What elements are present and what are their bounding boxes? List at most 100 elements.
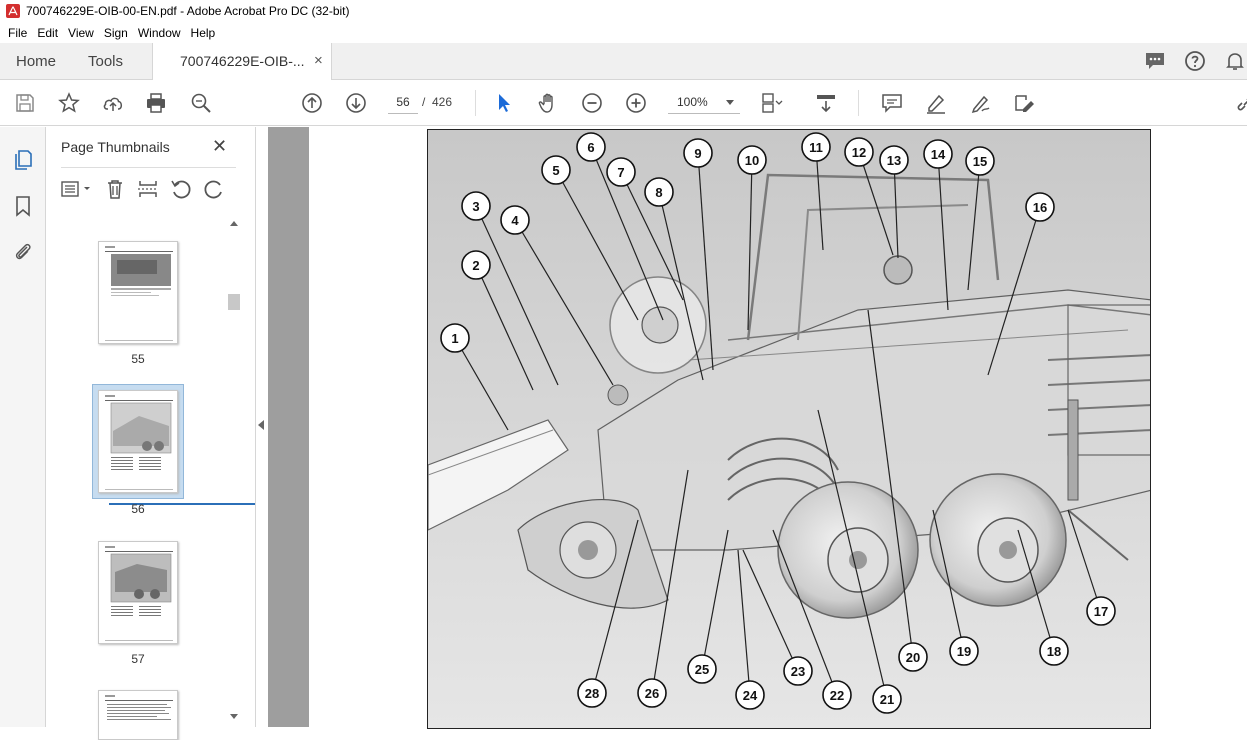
tab-tools[interactable]: Tools [88,43,123,80]
callout-number: 20 [906,650,920,665]
chevron-left-icon [258,420,264,430]
toolbar-divider [475,90,476,116]
scroll-down-icon[interactable] [230,714,238,719]
window-title: 700746229E-OIB-00-EN.pdf - Adobe Acrobat… [26,4,350,18]
callout-number: 14 [931,147,946,162]
bookmark-icon[interactable] [11,194,35,218]
callout-number: 12 [852,145,866,160]
callout-number: 13 [887,153,901,168]
menu-edit[interactable]: Edit [33,26,64,40]
save-icon[interactable] [13,91,37,115]
callout-number: 3 [472,199,479,214]
sign-pen-icon[interactable] [968,91,992,115]
page-separator: / [422,95,426,109]
thumbnail-image [98,390,178,493]
callout-number: 1 [451,331,458,346]
star-icon[interactable] [57,91,81,115]
comment-icon[interactable] [880,91,904,115]
callout-number: 8 [655,185,662,200]
callout-number: 18 [1047,644,1061,659]
callout-number: 9 [694,146,701,161]
callout-number: 25 [695,662,709,677]
tab-bar: Home Tools 700746229E-OIB-... × [0,43,1247,81]
pdf-page: 1 2 3 4 5 6 7 8 9 10 11 12 13 14 15 16 17 18 19 20 21 22 23 24 2… [309,127,1247,729]
zoom-search-icon[interactable] [189,91,213,115]
extract-pages-icon[interactable] [136,177,160,201]
highlight-pen-icon[interactable] [924,91,948,115]
zoom-out-icon[interactable] [580,91,604,115]
chevron-down-icon [726,100,734,105]
callout-number: 21 [880,692,894,707]
callout-number: 28 [585,686,599,701]
baler-illustration: 1 2 3 4 5 6 7 8 9 10 11 12 13 14 15 16 17 18 19 20 21 22 23 24 2… [427,129,1151,729]
callout-number: 17 [1094,604,1108,619]
page-number-input[interactable]: 56 [388,90,418,114]
rotate-right-icon[interactable] [202,177,226,201]
panel-collapse-handle[interactable] [255,127,268,727]
share-link-icon[interactable] [1234,91,1247,115]
scrollbar-thumb[interactable] [228,294,240,310]
thumbnail-toolbar [60,177,235,203]
callout-number: 2 [472,258,479,273]
main-toolbar: 56 / 426 100% [0,80,1247,126]
zoom-in-icon[interactable] [624,91,648,115]
zoom-dropdown[interactable]: 100% [668,90,740,114]
scroll-up-icon[interactable] [230,221,238,226]
print-icon[interactable] [144,91,168,115]
next-page-icon[interactable] [344,91,368,115]
title-bar: 700746229E-OIB-00-EN.pdf - Adobe Acrobat… [0,0,1247,22]
menu-file[interactable]: File [4,26,33,40]
menu-view[interactable]: View [64,26,100,40]
bell-icon[interactable] [1223,49,1247,73]
callout-number: 10 [745,153,759,168]
callout-number: 23 [791,664,805,679]
menu-bar: File Edit View Sign Window Help [0,22,1247,43]
options-menu-icon[interactable] [60,177,94,201]
thumbnail-image [98,690,178,740]
tab-close-button[interactable]: × [314,52,323,69]
toolbar-divider [858,90,859,116]
tab-document-label: 700746229E-OIB-... [180,53,305,69]
attachment-icon[interactable] [11,240,35,264]
callout-number: 4 [511,213,519,228]
callout-number: 6 [587,140,594,155]
upload-cloud-icon[interactable] [101,91,125,115]
tab-home[interactable]: Home [16,43,56,80]
callout-number: 16 [1033,200,1047,215]
thumbnail-label: 57 [131,652,145,666]
zoom-value: 100% [677,95,708,109]
scroll-mode-icon[interactable] [814,91,838,115]
callout-number: 5 [552,163,559,178]
page-display-icon[interactable] [759,91,783,115]
callout-number: 26 [645,686,659,701]
panel-close-button[interactable]: ✕ [212,136,227,157]
callout-number: 15 [973,154,987,169]
thumbnail-label: 55 [131,352,145,366]
machine-drawing: 123456789 1011 1213 14 151617181920212223242… [428,130,1150,728]
previous-page-icon[interactable] [300,91,324,115]
rotate-left-icon[interactable] [169,177,193,201]
hand-tool-icon[interactable] [536,91,560,115]
menu-help[interactable]: Help [187,26,222,40]
acrobat-app-icon [6,4,20,18]
callout-number: 24 [743,688,758,703]
thumbnail-scrollbar[interactable] [228,219,240,727]
callout-number: 7 [617,165,624,180]
callout-number: 19 [957,644,971,659]
navigation-rail [0,127,46,727]
fill-sign-icon[interactable] [1012,91,1036,115]
select-pointer-icon[interactable] [492,91,516,115]
help-icon[interactable] [1183,49,1207,73]
callout-number: 11 [809,140,823,155]
menu-window[interactable]: Window [134,26,187,40]
page-thumbnails-icon[interactable] [11,147,35,171]
thumbnails-panel: Page Thumbnails ✕ 55 56 57 [46,127,259,740]
comment-bubble-icon[interactable] [1143,49,1167,73]
panel-divider [61,167,236,168]
menu-sign[interactable]: Sign [100,26,134,40]
document-viewport[interactable]: 1 2 3 4 5 6 7 8 9 10 11 12 13 14 15 16 17 18 19 20 21 22 23 24 2… [268,127,1247,729]
tab-document[interactable]: 700746229E-OIB-... × [152,43,332,81]
delete-icon[interactable] [103,177,127,201]
thumbnail-label: 56 [131,502,145,516]
thumbnail-image [98,541,178,644]
